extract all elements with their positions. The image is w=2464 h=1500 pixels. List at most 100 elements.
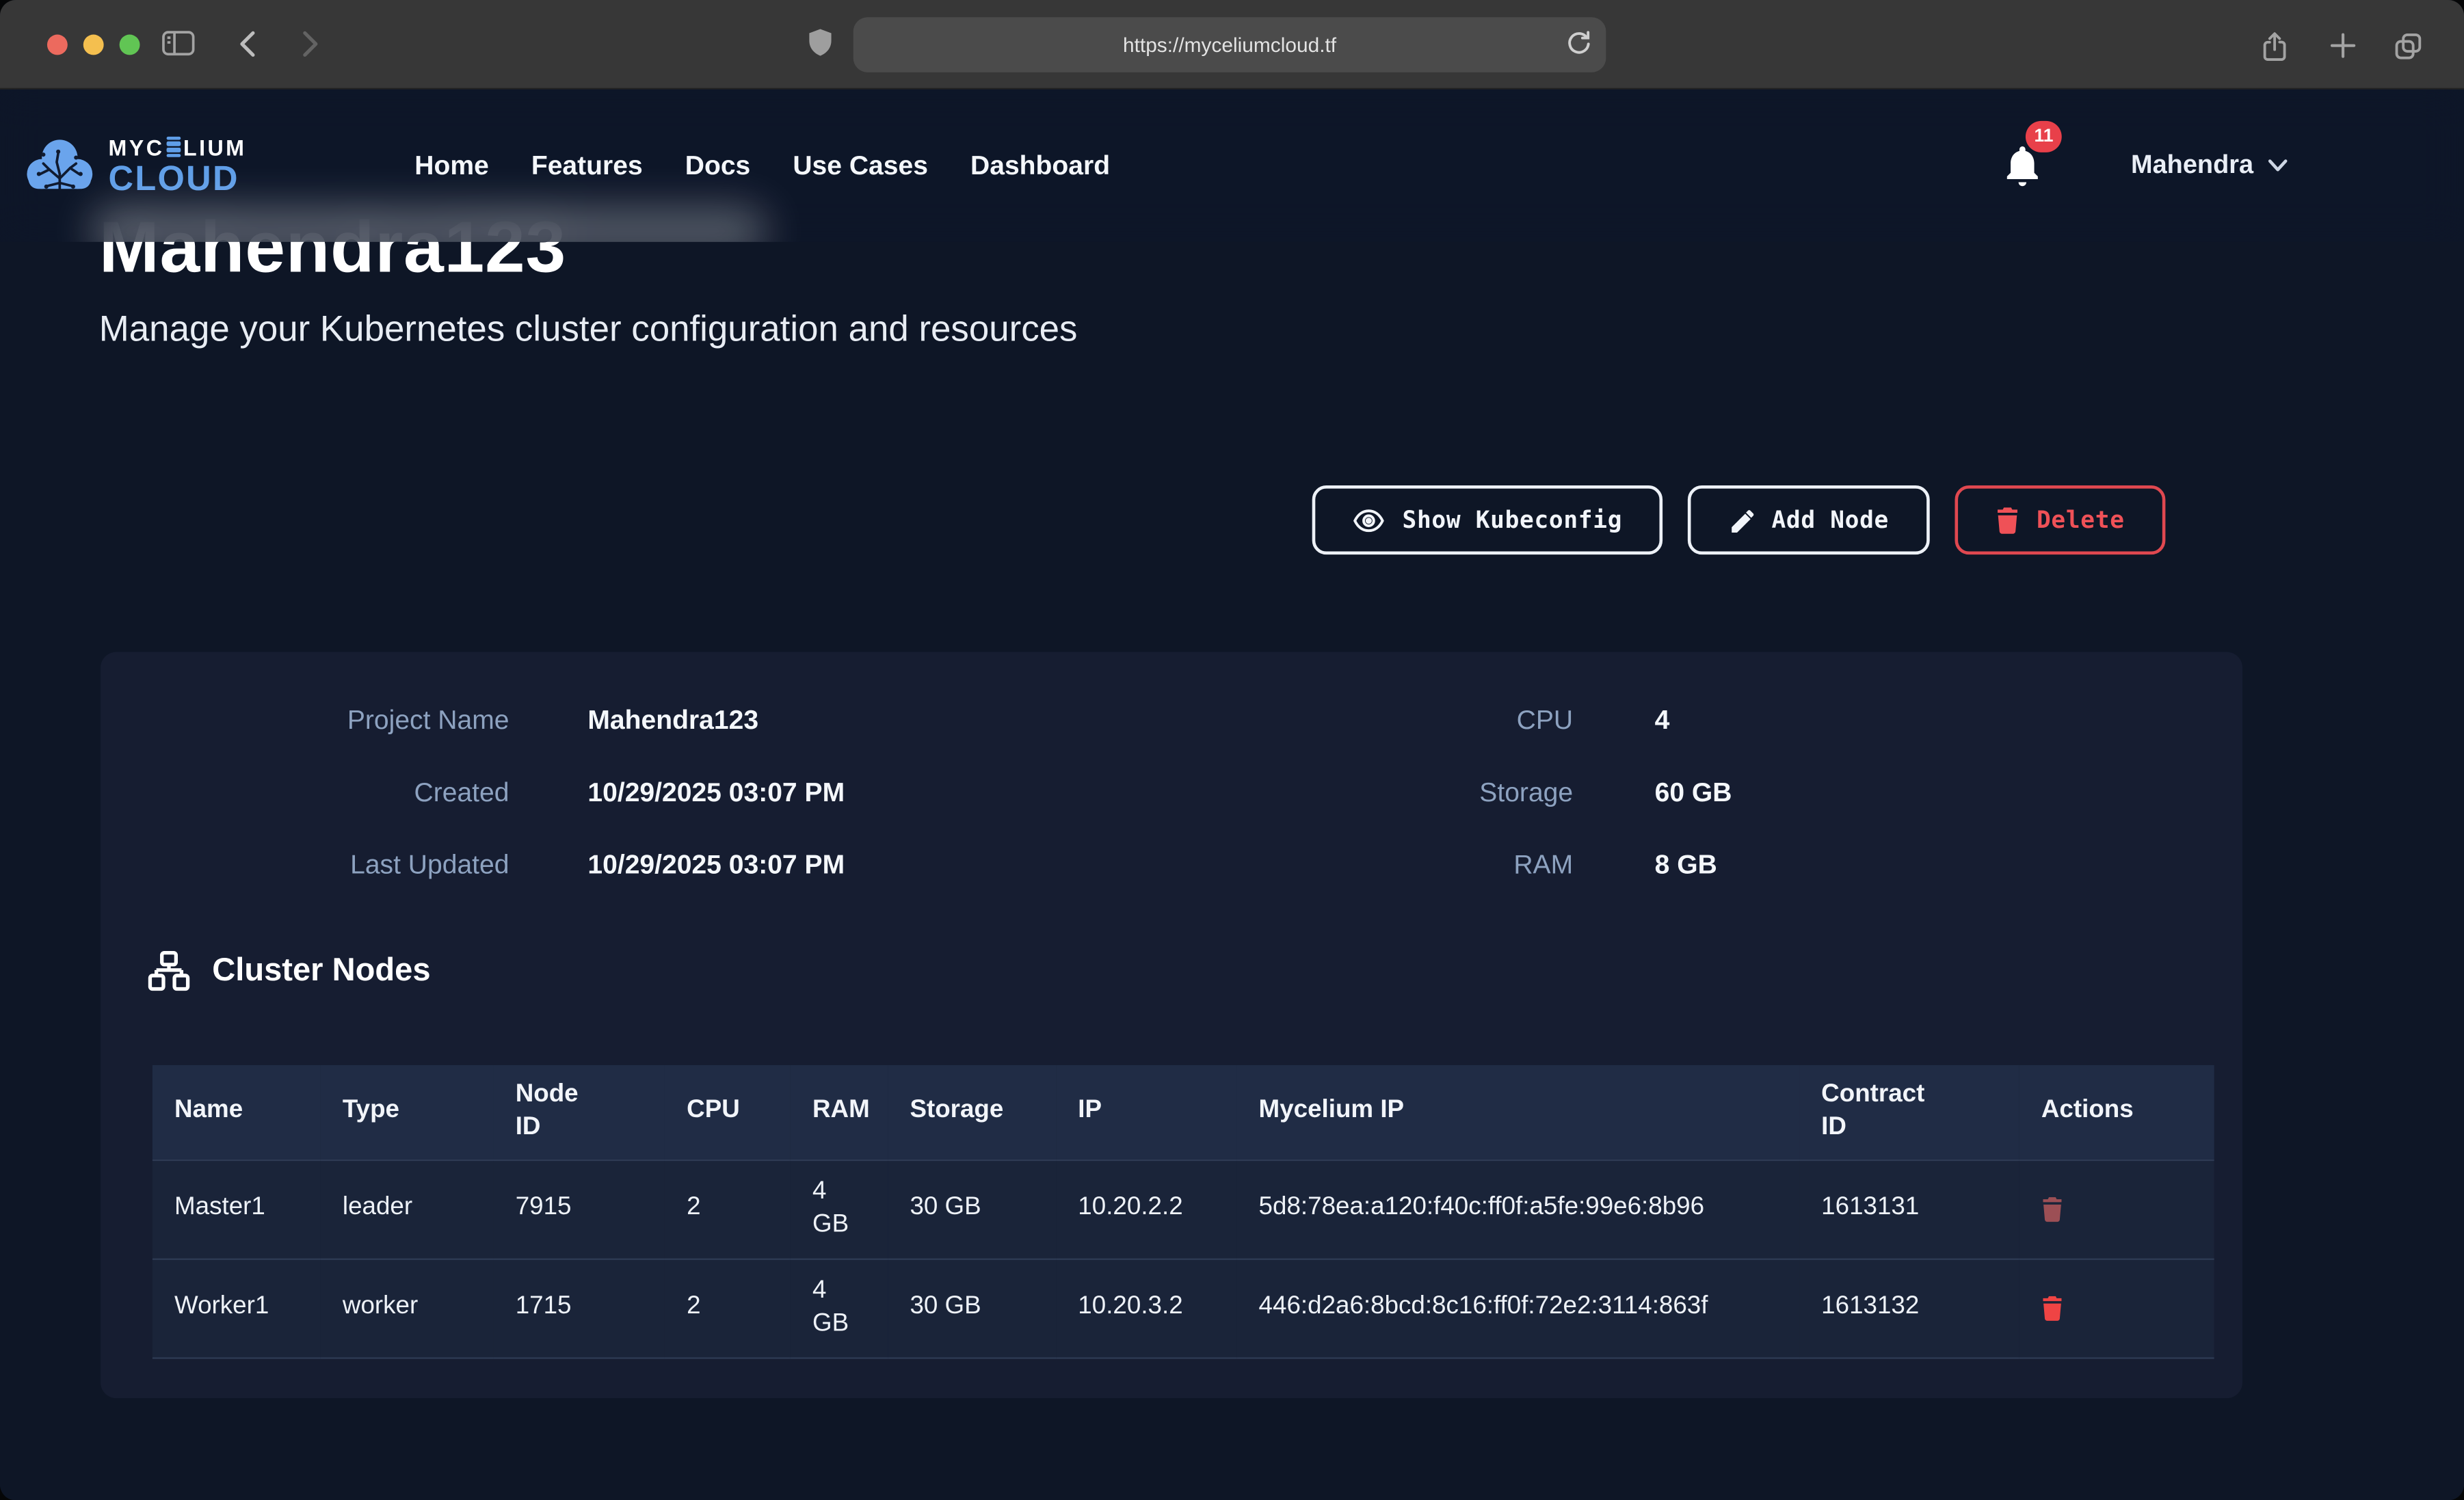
add-node-label: Add Node xyxy=(1771,506,1889,534)
forward-button[interactable] xyxy=(302,30,319,58)
nav-link-dashboard[interactable]: Dashboard xyxy=(970,150,1110,181)
col-ram: RAM xyxy=(791,1065,888,1160)
node-name: Worker1 xyxy=(153,1259,321,1358)
nav-link-use-cases[interactable]: Use Cases xyxy=(793,150,928,181)
created-value: 10/29/2025 03:07 PM xyxy=(587,775,1059,812)
node-storage: 30 GB xyxy=(888,1259,1056,1358)
share-icon[interactable] xyxy=(2258,30,2291,63)
ram-label: RAM xyxy=(1138,847,1573,885)
node-mycelium-ip: 5d8:78ea:a120:f40c:ff0f:a5fe:99e6:8b96 xyxy=(1236,1160,1799,1259)
delete-cluster-button[interactable]: Delete xyxy=(1955,485,2166,554)
node-type: leader xyxy=(321,1160,494,1259)
col-storage: Storage xyxy=(888,1065,1056,1160)
logo-wordmark: MYC LIUM CLOUD xyxy=(109,136,247,196)
delete-label: Delete xyxy=(2037,506,2125,534)
close-window-button[interactable] xyxy=(47,35,68,55)
logo-stylized-e xyxy=(167,136,181,158)
table-row: Worker1 worker 1715 2 4 GB 30 GB 10.20.3… xyxy=(153,1259,2214,1358)
col-name: Name xyxy=(153,1065,321,1160)
delete-node-icon[interactable] xyxy=(2041,1296,2193,1321)
node-contract-id: 1613132 xyxy=(1799,1259,2019,1358)
cpu-label: CPU xyxy=(1138,702,1573,740)
col-cpu: CPU xyxy=(665,1065,791,1160)
node-ram: 4 GB xyxy=(791,1259,888,1358)
cluster-nodes-heading: Cluster Nodes xyxy=(148,950,431,991)
page-content: Mahendra123 Manage your Kubernetes clust… xyxy=(0,90,2464,1500)
nav-link-features[interactable]: Features xyxy=(531,150,643,181)
nav-link-docs[interactable]: Docs xyxy=(685,150,751,181)
address-bar[interactable]: https://myceliumcloud.tf xyxy=(853,17,1606,72)
show-kubeconfig-button[interactable]: Show Kubeconfig xyxy=(1313,485,1663,554)
table-row: Master1 leader 7915 2 4 GB 30 GB 10.20.2… xyxy=(153,1160,2214,1259)
nav-link-home[interactable]: Home xyxy=(414,150,489,181)
url-text: https://myceliumcloud.tf xyxy=(1123,33,1336,56)
cluster-nodes-table: Name Type Node ID CPU RAM Storage IP Myc… xyxy=(153,1065,2214,1358)
logo-line2: CLOUD xyxy=(109,161,247,196)
back-button[interactable] xyxy=(239,30,256,58)
node-id: 7915 xyxy=(494,1160,665,1259)
sidebar-toggle-icon[interactable] xyxy=(162,30,195,57)
notification-badge: 11 xyxy=(2026,120,2062,152)
logo-line1-pre: MYC xyxy=(109,136,165,158)
col-contract-id: Contract ID xyxy=(1799,1065,2019,1160)
cluster-info-right: CPU 4 Storage 60 GB RAM 8 GB xyxy=(1138,702,2001,885)
zoom-window-button[interactable] xyxy=(120,35,140,55)
node-name: Master1 xyxy=(153,1160,321,1259)
chevron-down-icon xyxy=(2268,159,2288,173)
show-kubeconfig-label: Show Kubeconfig xyxy=(1403,506,1623,534)
node-ip: 10.20.3.2 xyxy=(1056,1259,1236,1358)
network-nodes-icon xyxy=(148,950,190,991)
cpu-value: 4 xyxy=(1655,702,2001,740)
site-header: MYC LIUM CLOUD Home Features Docs Use Ca… xyxy=(0,90,2464,242)
user-menu[interactable]: Mahendra xyxy=(2131,151,2288,181)
main-nav: Home Features Docs Use Cases Dashboard xyxy=(414,150,1110,181)
cluster-nodes-title: Cluster Nodes xyxy=(212,952,430,989)
eye-icon xyxy=(1353,508,1385,531)
node-type: worker xyxy=(321,1259,494,1358)
logo-line1-post: LIUM xyxy=(183,136,246,158)
mycelium-cloud-logo-icon xyxy=(23,137,96,194)
trash-icon xyxy=(1996,507,2019,533)
new-tab-icon[interactable] xyxy=(2327,30,2359,62)
notifications-button[interactable]: 11 xyxy=(2004,146,2041,187)
minimize-window-button[interactable] xyxy=(83,35,104,55)
node-id: 1715 xyxy=(494,1259,665,1358)
add-node-button[interactable]: Add Node xyxy=(1688,485,1930,554)
ram-value: 8 GB xyxy=(1655,847,2001,885)
last-updated-value: 10/29/2025 03:07 PM xyxy=(587,847,1059,885)
node-storage: 30 GB xyxy=(888,1160,1056,1259)
pencil-icon xyxy=(1729,507,1754,533)
node-mycelium-ip: 446:d2a6:8bcd:8c16:ff0f:72e2:3114:863f xyxy=(1236,1259,1799,1358)
node-actions xyxy=(2019,1160,2214,1259)
created-label: Created xyxy=(148,775,509,812)
node-contract-id: 1613131 xyxy=(1799,1160,2019,1259)
col-type: Type xyxy=(321,1065,494,1160)
storage-value: 60 GB xyxy=(1655,775,2001,812)
node-ram: 4 GB xyxy=(791,1160,888,1259)
browser-chrome: https://myceliumcloud.tf xyxy=(0,0,2464,90)
privacy-shield-icon[interactable] xyxy=(808,28,833,59)
tab-overview-icon[interactable] xyxy=(2392,30,2424,63)
browser-window: https://myceliumcloud.tf xyxy=(0,0,2464,1500)
traffic-lights xyxy=(47,35,140,55)
node-cpu: 2 xyxy=(665,1160,791,1259)
col-actions: Actions xyxy=(2019,1065,2214,1160)
col-node-id: Node ID xyxy=(494,1065,665,1160)
node-ip: 10.20.2.2 xyxy=(1056,1160,1236,1259)
node-cpu: 2 xyxy=(665,1259,791,1358)
site-logo[interactable]: MYC LIUM CLOUD xyxy=(23,136,246,196)
user-name: Mahendra xyxy=(2131,151,2253,181)
delete-node-icon[interactable] xyxy=(2041,1196,2193,1222)
screenshot-stage: https://myceliumcloud.tf xyxy=(0,0,2464,1500)
last-updated-label: Last Updated xyxy=(148,847,509,885)
project-name-label: Project Name xyxy=(148,702,509,740)
storage-label: Storage xyxy=(1138,775,1573,812)
cluster-info-card: Project Name Mahendra123 Created 10/29/2… xyxy=(101,652,2242,1398)
col-mycelium-ip: Mycelium IP xyxy=(1236,1065,1799,1160)
col-ip: IP xyxy=(1056,1065,1236,1160)
node-actions xyxy=(2019,1259,2214,1358)
reload-icon[interactable] xyxy=(1565,30,1592,58)
site-viewport: Mahendra123 Manage your Kubernetes clust… xyxy=(0,90,2464,1500)
page-subtitle: Manage your Kubernetes cluster configura… xyxy=(99,308,1078,350)
cluster-actions-row: Show Kubeconfig Add Node xyxy=(1313,485,2166,554)
